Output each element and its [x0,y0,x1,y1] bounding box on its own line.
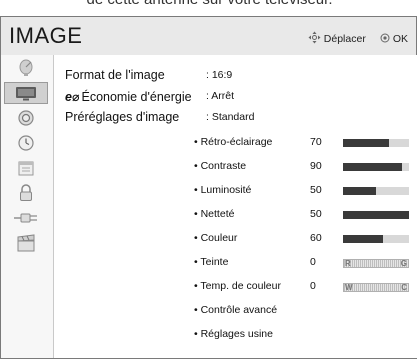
adjustment-row-brightness[interactable]: • Luminosité 50 [54,181,417,201]
plug-icon [14,213,37,223]
settings-panel: Format de l'image : 16:9 e⌀ Économie d'én… [53,55,417,358]
format-value: : 16:9 [206,69,233,81]
level-bar-fill [343,139,390,147]
setting-row-format[interactable]: Format de l'image : 16:9 [54,66,417,86]
image-menu: IMAGE Déplacer OK Format de l'image: 16… [0,16,417,359]
menu-title: IMAGE [9,23,83,48]
adjustment-row-backlight[interactable]: • Rétro-éclairage 70 [54,133,417,153]
adjustment-value: 0 [310,280,316,292]
adjustment-row-contrast[interactable]: • Contraste 90 [54,157,417,177]
level-bar[interactable] [343,163,409,171]
adjustment-label: • Réglages usine [194,328,273,340]
adjustment-label: • Rétro-éclairage [194,136,273,148]
level-bar[interactable] [343,187,409,195]
setting-row-energy[interactable]: e⌀ Économie d'énergie : Arrêt [54,87,417,107]
sidebar-item-schedule[interactable] [4,157,48,179]
balance-right-label: G [400,259,407,268]
level-bar-fill [343,235,383,243]
sidebar-item-time[interactable] [4,132,48,154]
tv-picture-icon [16,87,36,101]
clock-icon [18,135,34,151]
presets-label: Préréglages d'image [65,110,180,124]
lock-icon [20,184,32,201]
setting-row-presets[interactable]: Préréglages d'image : Standard [54,108,417,128]
balance-bar[interactable]: RG [343,259,409,268]
sidebar-item-input[interactable] [4,207,48,229]
sidebar-item-media[interactable] [4,232,48,254]
energy-value: : Arrêt [206,90,235,102]
adjustment-label: • Netteté [194,208,235,220]
top-caption: de cette antenne sur votre téléviseur. [0,0,419,8]
adjustment-row-factory-reset[interactable]: • Réglages usine [54,325,417,345]
clapperboard-icon [17,234,35,252]
adjustment-value: 0 [310,256,316,268]
adjustment-label: • Couleur [194,232,238,244]
adjustment-value: 50 [310,208,322,220]
presets-value: : Standard [206,111,255,123]
adjustment-value: 60 [310,232,322,244]
adjustment-value: 50 [310,184,322,196]
speaker-icon [18,110,34,126]
balance-left-label: R [345,259,351,268]
ok-circle-icon [380,33,390,46]
energy-label: Économie d'énergie [81,90,192,104]
level-bar[interactable] [343,139,409,147]
dpad-icon [308,31,321,47]
adjustment-label: • Teinte [194,256,229,268]
calendar-icon [18,161,34,176]
hint-ok-text: OK [392,33,408,45]
hint-move-text: Déplacer [323,33,366,45]
adjustment-row-advanced-control[interactable]: • Contrôle avancé [54,301,417,321]
adjustment-value: 70 [310,136,322,148]
sidebar-item-setup[interactable] [4,57,48,79]
navigation-hint: Déplacer OK [308,31,408,47]
adjustment-label: • Temp. de couleur [194,280,281,292]
level-bar[interactable] [343,235,409,243]
balance-bar[interactable]: WC [343,283,409,292]
balance-left-label: W [345,283,353,292]
adjustment-row-color[interactable]: • Couleur 60 [54,229,417,249]
level-bar[interactable] [343,211,409,219]
adjustment-label: • Contraste [194,160,247,172]
satellite-dish-icon [19,59,33,76]
level-bar-fill [343,211,409,219]
sidebar-item-lock[interactable] [4,182,48,204]
category-sidebar [1,55,53,358]
adjustment-row-tint[interactable]: • Teinte 0 R G [54,253,417,273]
format-label: Format de l'image [65,68,165,82]
adjustment-label: • Luminosité [194,184,252,196]
adjustment-label: • Contrôle avancé [194,304,278,316]
adjustment-row-sharpness[interactable]: • Netteté 50 [54,205,417,225]
level-bar-fill [343,187,376,195]
level-bar-fill [343,163,403,171]
sidebar-item-audio[interactable] [4,107,48,129]
sidebar-item-picture[interactable] [4,82,48,104]
menu-header: IMAGE Déplacer OK [1,17,416,55]
balance-right-label: C [401,283,407,292]
adjustment-row-color-temp[interactable]: • Temp. de couleur 0 W C [54,277,417,297]
eco-icon: e⌀ [65,90,80,104]
adjustment-value: 90 [310,160,322,172]
